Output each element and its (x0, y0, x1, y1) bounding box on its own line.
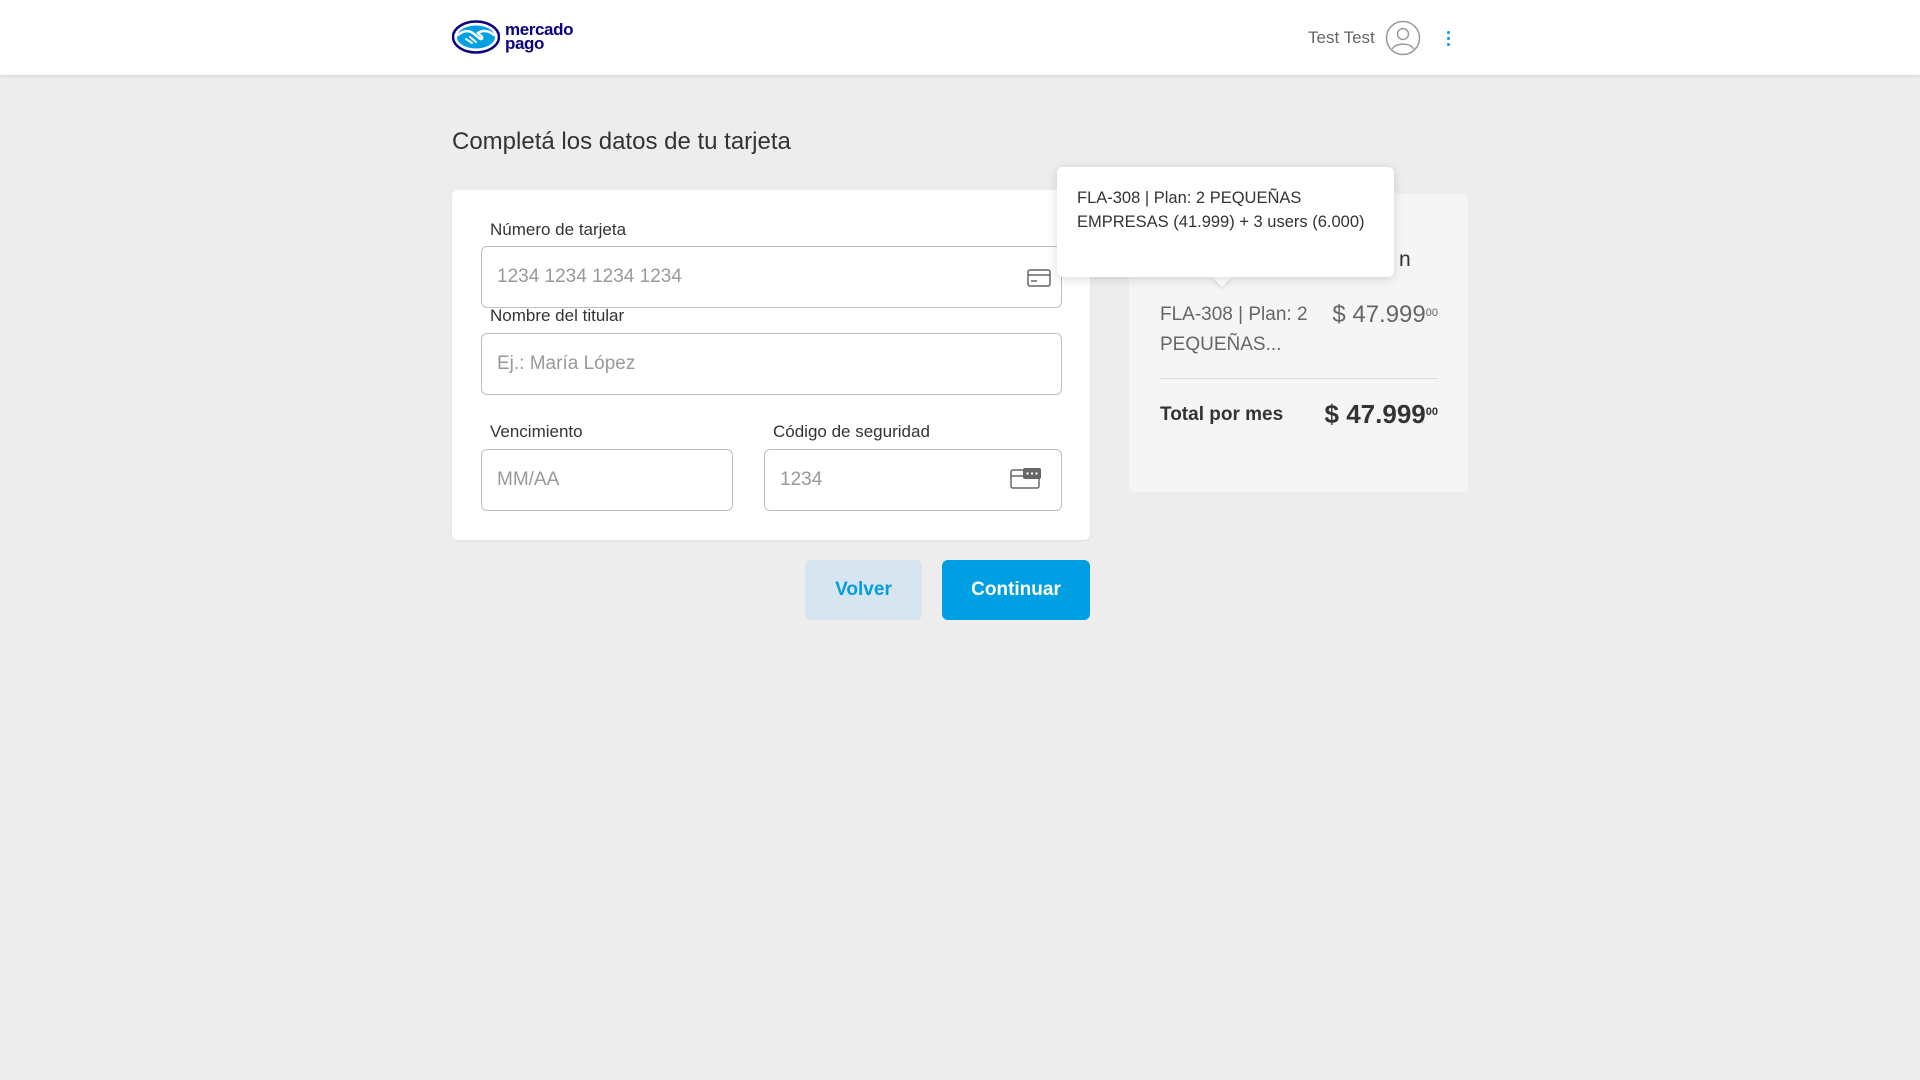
security-code-field[interactable] (764, 449, 1062, 511)
user-avatar-icon (1385, 20, 1421, 56)
holder-name-input[interactable] (482, 334, 1061, 394)
security-code-label: Código de seguridad (773, 422, 930, 441)
mercado-pago-logo[interactable]: mercado pago (452, 20, 573, 54)
holder-name-label: Nombre del titular (490, 306, 625, 325)
summary-item-price-main: $ 47.999 (1332, 301, 1426, 328)
logo-text: mercado pago (505, 21, 573, 53)
holder-name-field[interactable] (481, 333, 1062, 395)
summary-total-price-main: $ 47.999 (1324, 399, 1426, 429)
security-code-card-icon (1010, 468, 1041, 489)
user-menu[interactable]: Test Test (1308, 20, 1421, 56)
more-options-icon[interactable] (1438, 28, 1458, 48)
card-number-label: Número de tarjeta (490, 220, 627, 239)
summary-item-name[interactable]: FLA-308 | Plan: 2 PEQUEÑAS... (1160, 300, 1310, 360)
back-button[interactable]: Volver (805, 560, 922, 620)
summary-total-label: Total por mes (1160, 404, 1284, 425)
card-number-input[interactable] (482, 247, 1061, 307)
logo-line-2: pago (505, 34, 545, 53)
handshake-logo-icon (452, 20, 500, 54)
user-name: Test Test (1308, 28, 1375, 47)
top-header: mercado pago Test Test (0, 0, 1920, 75)
summary-total-price-cents: 00 (1425, 406, 1438, 418)
continue-button[interactable]: Continuar (942, 560, 1090, 620)
summary-title-fragment: n (1399, 248, 1411, 271)
expiration-input[interactable] (482, 450, 732, 510)
summary-item-price-cents: 00 (1425, 307, 1438, 319)
summary-divider (1160, 378, 1438, 379)
credit-card-icon (1027, 269, 1051, 287)
expiration-label: Vencimiento (490, 422, 583, 441)
summary-total-price: $ 47.99900 (1325, 398, 1438, 430)
card-number-field[interactable] (481, 246, 1062, 308)
summary-item-price: $ 47.99900 (1332, 300, 1438, 330)
page-title: Completá los datos de tu tarjeta (452, 128, 791, 155)
item-description-tooltip: FLA-308 | Plan: 2 PEQUEÑAS EMPRESAS (41.… (1057, 167, 1394, 277)
card-form: Número de tarjeta Nombre del titular Ven… (452, 190, 1090, 540)
expiration-field[interactable] (481, 449, 733, 511)
